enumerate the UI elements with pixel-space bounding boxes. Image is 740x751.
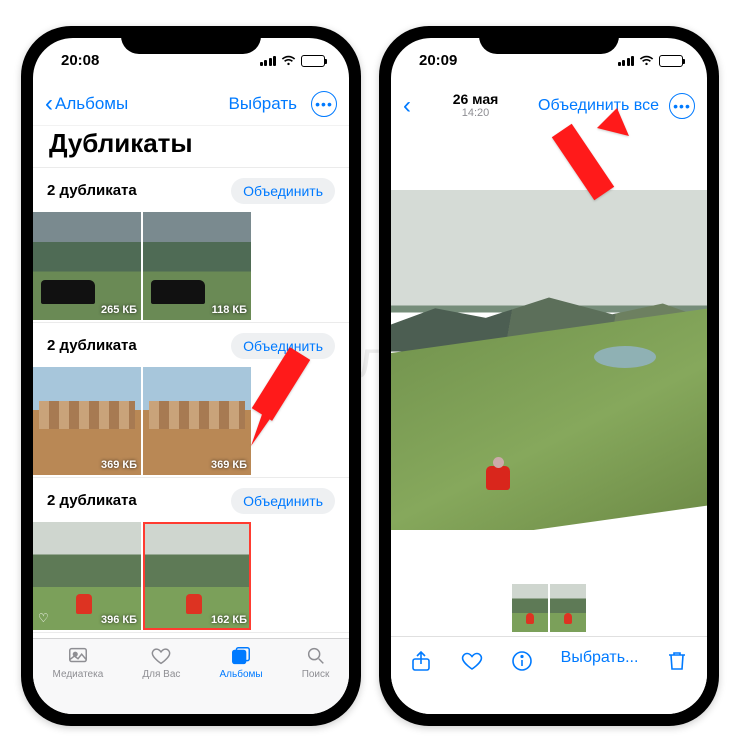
file-size-label: 369 КБ (211, 459, 247, 471)
tab-label: Альбомы (220, 669, 263, 680)
trash-icon[interactable] (665, 649, 689, 673)
merge-button[interactable]: Объединить (231, 333, 335, 359)
back-button[interactable]: ‹ Альбомы (45, 92, 128, 116)
photo-thumbnail[interactable]: 118 КБ (143, 212, 251, 320)
ellipsis-icon: ••• (673, 98, 691, 114)
tab-search[interactable]: Поиск (302, 645, 330, 714)
duplicate-group: 2 дубликата Объединить 396 КБ ♡ 162 КБ (33, 477, 349, 632)
page-title: Дубликаты (49, 128, 333, 159)
library-icon (65, 645, 91, 667)
tab-bar: Медиатека Для Вас Альбомы Поиск (33, 638, 349, 714)
detail-nav: ‹ 26 мая 14:20 Объединить все ••• (391, 84, 707, 128)
tab-label: Медиатека (53, 669, 104, 680)
tab-albums[interactable]: Альбомы (220, 645, 263, 714)
photo-thumbnail[interactable]: 162 КБ (143, 522, 251, 630)
notch (479, 26, 619, 54)
battery-icon (659, 55, 683, 67)
status-time: 20:08 (61, 52, 99, 69)
phone-right: 20:09 ‹ 26 мая 14:20 Объединить все ••• (379, 26, 719, 726)
notch (121, 26, 261, 54)
heart-icon[interactable] (460, 649, 484, 673)
photo-date: 26 мая 14:20 (453, 92, 499, 119)
search-icon (303, 645, 329, 667)
battery-icon (301, 55, 325, 67)
select-button[interactable]: Выбрать (229, 94, 297, 114)
tab-library[interactable]: Медиатека (53, 645, 104, 714)
more-button[interactable]: ••• (311, 91, 337, 117)
foryou-icon (148, 645, 174, 667)
duplicate-group: 2 дубликата Объединить 369 КБ 369 КБ (33, 322, 349, 477)
status-time: 20:09 (419, 52, 457, 69)
file-size-label: 369 КБ (101, 459, 137, 471)
chevron-left-icon: ‹ (45, 92, 53, 116)
tab-label: Поиск (302, 669, 330, 680)
select-button[interactable]: Выбрать... (561, 649, 639, 667)
photo-thumbnail[interactable]: 369 КБ (33, 367, 141, 475)
group-label: 2 дубликата (47, 337, 137, 354)
photo-viewer[interactable] (391, 190, 707, 530)
photo-thumbnail[interactable]: 396 КБ ♡ (33, 522, 141, 630)
merge-button[interactable]: Объединить (231, 488, 335, 514)
photo-thumbnail[interactable]: 369 КБ (143, 367, 251, 475)
file-size-label: 265 КБ (101, 304, 137, 316)
toolbar: Выбрать... (391, 636, 707, 714)
thumbnail-strip[interactable] (391, 580, 707, 636)
merge-button[interactable]: Объединить (231, 178, 335, 204)
favorite-icon: ♡ (38, 611, 49, 625)
duplicate-group: 2 дубликата Объединить 265 КБ 118 КБ (33, 167, 349, 322)
wifi-icon (639, 55, 654, 66)
tab-label: Для Вас (142, 669, 180, 680)
wifi-icon (281, 55, 296, 66)
info-icon[interactable] (510, 649, 534, 673)
group-label: 2 дубликата (47, 492, 137, 509)
photo-thumbnail[interactable]: 265 КБ (33, 212, 141, 320)
phone-left: 20:08 ‹ Альбомы Выбрать ••• (21, 26, 361, 726)
file-size-label: 118 КБ (212, 304, 247, 316)
group-label: 2 дубликата (47, 182, 137, 199)
albums-icon (228, 645, 254, 667)
ellipsis-icon: ••• (315, 96, 333, 112)
merge-all-button[interactable]: Объединить все (538, 97, 659, 115)
duplicates-content[interactable]: 2 дубликатаОбъединить265 КБ118 КБ2 дубли… (33, 167, 349, 638)
tab-foryou[interactable]: Для Вас (142, 645, 180, 714)
file-size-label: 162 КБ (211, 614, 247, 626)
back-button[interactable]: ‹ (403, 94, 411, 118)
more-button[interactable]: ••• (669, 93, 695, 119)
back-label: Альбомы (55, 94, 128, 114)
file-size-label: 396 КБ (101, 614, 137, 626)
signal-icon (618, 56, 635, 66)
share-icon[interactable] (409, 649, 433, 673)
nav-bar: ‹ Альбомы Выбрать ••• (33, 84, 349, 126)
signal-icon (260, 56, 277, 66)
